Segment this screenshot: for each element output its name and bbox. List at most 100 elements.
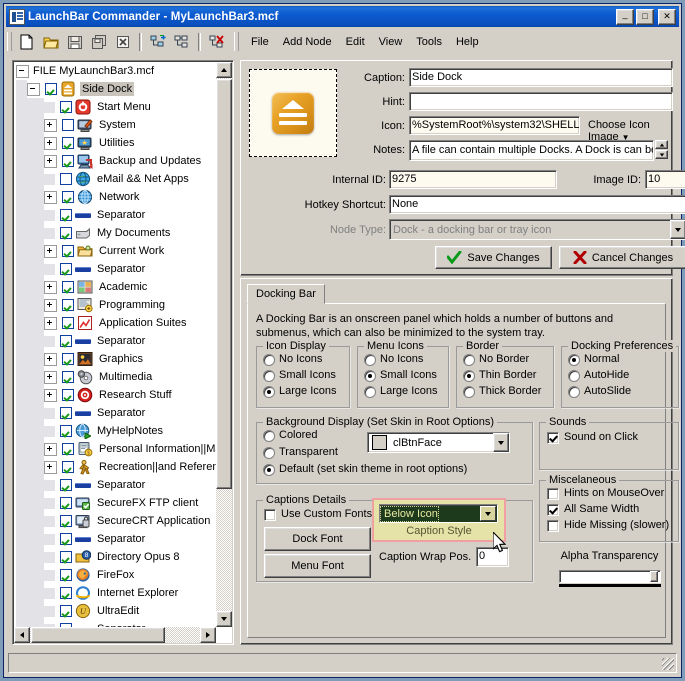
node-enabled-checkbox[interactable] bbox=[60, 479, 72, 491]
node-enabled-checkbox[interactable] bbox=[62, 317, 74, 329]
menu-icons-large-icons[interactable]: Large Icons bbox=[364, 385, 437, 398]
all-same-width-checkbox[interactable]: All Same Width bbox=[547, 503, 639, 516]
expand-toggle[interactable] bbox=[44, 118, 57, 132]
tree-item-myhelpnotes[interactable]: MyHelpNotes bbox=[14, 422, 217, 440]
tree-item-separator[interactable]: Separator bbox=[14, 332, 217, 350]
menu-icons-small-icons[interactable]: Small Icons bbox=[364, 369, 437, 382]
tree-item-start-menu[interactable]: Start Menu bbox=[14, 98, 217, 116]
delete-node-icon[interactable] bbox=[206, 31, 228, 52]
add-node-icon[interactable] bbox=[147, 31, 169, 52]
tree-item-academic[interactable]: Academic bbox=[14, 278, 217, 296]
open-folder-icon[interactable] bbox=[40, 31, 62, 52]
tree-item-utilities[interactable]: Utilities bbox=[14, 134, 217, 152]
save-as-icon[interactable] bbox=[88, 31, 110, 52]
node-enabled-checkbox[interactable] bbox=[62, 443, 74, 455]
close-file-icon[interactable] bbox=[112, 31, 134, 52]
expand-toggle[interactable] bbox=[44, 244, 57, 258]
scroll-up-button[interactable] bbox=[216, 62, 232, 78]
node-enabled-checkbox[interactable] bbox=[62, 137, 74, 149]
close-button[interactable]: ✕ bbox=[658, 8, 676, 25]
caption-style-combo[interactable]: Below Icon bbox=[379, 504, 498, 523]
tree-item-backup-and-updates[interactable]: Backup and Updates bbox=[14, 152, 217, 170]
notes-spin-down[interactable] bbox=[655, 150, 668, 159]
docking-pref-autoslide[interactable]: AutoSlide bbox=[568, 385, 631, 398]
tree-item-network[interactable]: Network bbox=[14, 188, 217, 206]
node-enabled-checkbox[interactable] bbox=[60, 227, 72, 239]
notes-spinner[interactable] bbox=[655, 140, 668, 159]
expand-toggle[interactable] bbox=[44, 136, 57, 150]
background-default[interactable]: Default (set skin theme in root options) bbox=[263, 463, 467, 476]
icon-display-large-icons[interactable]: Large Icons bbox=[263, 385, 336, 398]
root-collapse-toggle[interactable] bbox=[16, 64, 29, 78]
border-thin-border[interactable]: Thin Border bbox=[463, 369, 536, 382]
tree-item-personal-information-man[interactable]: $ Personal Information||Man bbox=[14, 440, 217, 458]
internal-id-input[interactable]: 9275 bbox=[389, 170, 557, 189]
sound-on-click-checkbox[interactable]: Sound on Click bbox=[547, 431, 638, 444]
tree-item-recreation-and-referenc[interactable]: Recreation||and Referenc bbox=[14, 458, 217, 476]
node-enabled-checkbox[interactable] bbox=[62, 281, 74, 293]
border-no-border[interactable]: No Border bbox=[463, 353, 529, 366]
icon-display-no-icons[interactable]: No Icons bbox=[263, 353, 322, 366]
node-enabled-checkbox[interactable] bbox=[60, 515, 72, 527]
alpha-transparency-slider[interactable] bbox=[559, 570, 661, 583]
tree-item-separator[interactable]: Separator bbox=[14, 404, 217, 422]
expand-toggle[interactable] bbox=[44, 190, 57, 204]
caption-style-dropdown-button[interactable] bbox=[480, 506, 496, 521]
node-icon-preview[interactable] bbox=[249, 69, 337, 157]
background-transparent[interactable]: Transparent bbox=[263, 446, 338, 459]
new-file-icon[interactable] bbox=[16, 31, 38, 52]
tree-item-research-stuff[interactable]: Research Stuff bbox=[14, 386, 217, 404]
tree-item-multimedia[interactable]: Multimedia bbox=[14, 368, 217, 386]
tab-docking-bar[interactable]: Docking Bar bbox=[247, 284, 325, 304]
tree-item-email-net-apps[interactable]: eMail && Net Apps bbox=[14, 170, 217, 188]
menu-edit[interactable]: Edit bbox=[339, 33, 372, 51]
tree-item-separator[interactable]: Separator bbox=[14, 476, 217, 494]
scroll-right-button[interactable] bbox=[200, 627, 216, 643]
tree-item-separator[interactable]: Separator bbox=[14, 206, 217, 224]
tree-vertical-scrollbar[interactable] bbox=[216, 62, 232, 627]
add-child-node-icon[interactable] bbox=[171, 31, 193, 52]
node-enabled-checkbox[interactable] bbox=[62, 299, 74, 311]
notes-spin-up[interactable] bbox=[655, 140, 668, 149]
tree-vscroll-thumb[interactable] bbox=[216, 79, 232, 489]
node-enabled-checkbox[interactable] bbox=[62, 353, 74, 365]
node-enabled-checkbox[interactable] bbox=[60, 407, 72, 419]
use-custom-fonts-checkbox[interactable]: Use Custom Fonts bbox=[264, 508, 372, 521]
background-color-dropdown-button[interactable] bbox=[493, 433, 509, 452]
expand-toggle[interactable] bbox=[44, 442, 57, 456]
tree-item-system[interactable]: System bbox=[14, 116, 217, 134]
caption-input[interactable]: Side Dock bbox=[409, 68, 673, 87]
node-enabled-checkbox[interactable] bbox=[60, 101, 72, 113]
tree-item-graphics[interactable]: Graphics bbox=[14, 350, 217, 368]
expand-toggle[interactable] bbox=[44, 154, 57, 168]
hint-input[interactable] bbox=[409, 92, 673, 111]
menu-tools[interactable]: Tools bbox=[409, 33, 449, 51]
expand-toggle[interactable] bbox=[44, 316, 57, 330]
menu-help[interactable]: Help bbox=[449, 33, 486, 51]
docking-pref-autohide[interactable]: AutoHide bbox=[568, 369, 629, 382]
tree-item-programming[interactable]: Programming bbox=[14, 296, 217, 314]
tree-item-securefx-ftp-client[interactable]: SecureFX FTP client bbox=[14, 494, 217, 512]
expand-toggle[interactable] bbox=[44, 298, 57, 312]
node-enabled-checkbox[interactable] bbox=[60, 263, 72, 275]
expand-toggle[interactable] bbox=[44, 370, 57, 384]
tree-horizontal-scrollbar[interactable] bbox=[14, 627, 216, 643]
hints-on-mouseover-checkbox[interactable]: Hints on MouseOver bbox=[547, 487, 664, 500]
expand-toggle[interactable] bbox=[44, 460, 57, 474]
node-enabled-checkbox[interactable] bbox=[60, 173, 72, 185]
tree-item-my-documents[interactable]: My Documents bbox=[14, 224, 217, 242]
background-color-combo[interactable]: clBtnFace bbox=[367, 432, 510, 453]
node-enabled-checkbox[interactable] bbox=[45, 83, 57, 95]
alpha-slider-thumb[interactable] bbox=[650, 571, 658, 582]
node-enabled-checkbox[interactable] bbox=[60, 209, 72, 221]
tree-item-current-work[interactable]: Current Work bbox=[14, 242, 217, 260]
tree-item-ultraedit[interactable]: U UltraEdit bbox=[14, 602, 217, 620]
toolbar-grip[interactable] bbox=[7, 32, 12, 51]
expand-toggle[interactable] bbox=[44, 352, 57, 366]
menu-file[interactable]: File bbox=[244, 33, 276, 51]
cancel-changes-button[interactable]: Cancel Changes bbox=[559, 246, 685, 269]
tree-hscroll-thumb[interactable] bbox=[31, 627, 165, 643]
node-enabled-checkbox[interactable] bbox=[60, 425, 72, 437]
menu-icons-no-icons[interactable]: No Icons bbox=[364, 353, 423, 366]
scroll-left-button[interactable] bbox=[14, 627, 30, 643]
